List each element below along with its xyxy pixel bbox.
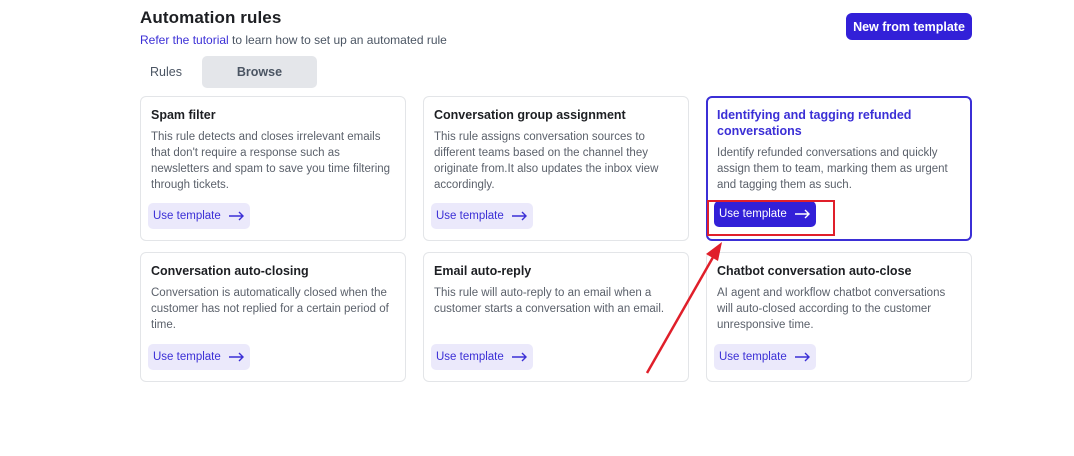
arrow-right-icon — [228, 352, 244, 362]
page-title: Automation rules — [140, 8, 282, 27]
subtitle-text: to learn how to set up an automated rule — [228, 33, 447, 47]
tutorial-link[interactable]: Refer the tutorial — [140, 33, 229, 47]
tab-rules[interactable]: Rules — [140, 56, 192, 88]
card-title: Conversation auto-closing — [151, 264, 309, 278]
card-title: Spam filter — [151, 108, 216, 122]
card-description: This rule detects and closes irrelevant … — [151, 131, 391, 191]
use-template-button[interactable]: Use template — [148, 203, 250, 229]
use-template-button[interactable]: Use template — [148, 344, 250, 370]
template-card-group-assignment: Conversation group assignment This rule … — [423, 96, 689, 241]
card-title: Conversation group assignment — [434, 108, 626, 122]
template-card-auto-closing: Conversation auto-closing Conversation i… — [140, 252, 406, 382]
arrow-right-icon — [511, 211, 527, 221]
new-from-template-button[interactable]: New from template — [846, 13, 972, 40]
use-template-label: Use template — [719, 208, 787, 220]
use-template-label: Use template — [719, 351, 787, 363]
automation-rules-page: Automation rules Refer the tutorial to l… — [0, 0, 1074, 456]
arrow-right-icon — [511, 352, 527, 362]
tab-browse-template[interactable]: Browse template — [201, 56, 317, 111]
card-title: Email auto-reply — [434, 264, 532, 278]
tab-bar: Rules Browse template — [140, 56, 317, 111]
card-description: Conversation is automatically closed whe… — [151, 287, 389, 331]
template-card-spam-filter: Spam filter This rule detects and closes… — [140, 96, 406, 241]
template-card-email-auto-reply: Email auto-reply This rule will auto-rep… — [423, 252, 689, 382]
template-card-refunded-tagging: Identifying and tagging refunded convers… — [706, 96, 972, 241]
card-description: Identify refunded conversations and quic… — [717, 147, 948, 191]
use-template-label: Use template — [436, 351, 504, 363]
card-description: This rule assigns conversation sources t… — [434, 131, 659, 191]
card-description: AI agent and workflow chatbot conversati… — [717, 287, 946, 331]
page-subtitle: Refer the tutorial to learn how to set u… — [140, 33, 447, 47]
use-template-button[interactable]: Use template — [431, 344, 533, 370]
use-template-button[interactable]: Use template — [714, 201, 816, 227]
arrow-right-icon — [228, 211, 244, 221]
use-template-label: Use template — [436, 210, 504, 222]
use-template-label: Use template — [153, 351, 221, 363]
use-template-label: Use template — [153, 210, 221, 222]
card-description: This rule will auto-reply to an email wh… — [434, 287, 665, 315]
template-card-chatbot-auto-close: Chatbot conversation auto-close AI agent… — [706, 252, 972, 382]
card-title: Chatbot conversation auto-close — [717, 264, 912, 278]
use-template-button[interactable]: Use template — [431, 203, 533, 229]
card-title: Identifying and tagging refunded convers… — [717, 108, 912, 138]
arrow-right-icon — [794, 352, 810, 362]
use-template-button[interactable]: Use template — [714, 344, 816, 370]
page-header: Automation rules Refer the tutorial to l… — [140, 6, 972, 47]
arrow-right-icon — [794, 209, 810, 219]
